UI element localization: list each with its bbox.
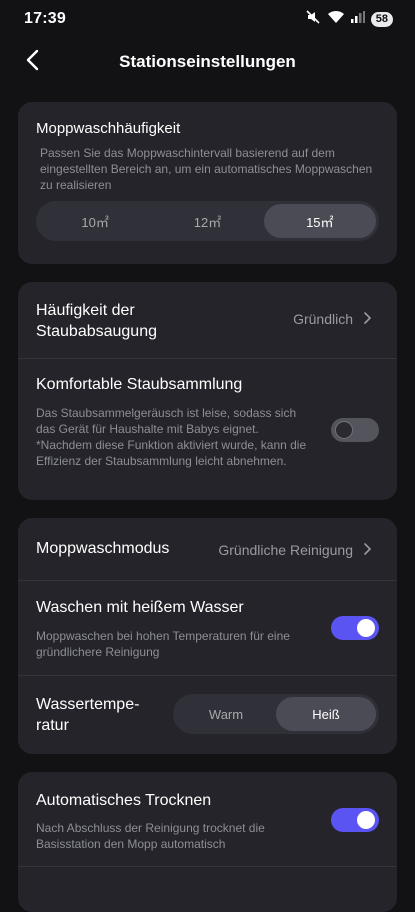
hot-water-toggle[interactable] (331, 616, 379, 640)
option-15m2[interactable]: 15㎡ (263, 204, 376, 238)
dust-frequency-title: Häufigkeit der Staubabsaugung (36, 302, 157, 340)
hot-water-title: Waschen mit heißem Wasser (36, 599, 244, 616)
comfort-dust-row: Komfortable Staubsammlung Das Staubsamme… (18, 359, 397, 499)
mop-wash-frequency-title: Moppwaschhäufigkeit (36, 120, 181, 137)
comfort-dust-description: Das Staubsammelgeräusch ist leise, sodas… (36, 406, 307, 468)
option-hot[interactable]: Heiß (276, 697, 376, 731)
mop-wash-card: Moppwaschmodus Gründliche Reinigung Wasc… (18, 518, 397, 754)
auto-drying-row: Automatisches Trocknen Nach Abschluss de… (18, 772, 397, 866)
wifi-icon (327, 10, 345, 29)
chevron-right-icon (363, 542, 372, 558)
divider (18, 866, 397, 867)
mop-wash-frequency-selector: 10㎡ 12㎡ 15㎡ (36, 201, 379, 241)
option-10m2[interactable]: 10㎡ (39, 204, 151, 238)
hot-water-description: Moppwaschen bei hohen Temperaturen für e… (36, 629, 290, 659)
status-time: 17:39 (24, 10, 66, 27)
toggle-knob (357, 811, 375, 829)
header: Stationseinstellungen (0, 40, 415, 84)
water-temperature-selector: Warm Heiß (173, 694, 379, 734)
page-title: Stationseinstellungen (119, 52, 296, 71)
mop-wash-mode-title: Moppwaschmodus (36, 540, 170, 557)
auto-drying-toggle[interactable] (331, 808, 379, 832)
comfort-dust-toggle[interactable] (331, 418, 379, 442)
mop-wash-frequency-description: Passen Sie das Moppwaschintervall basier… (40, 146, 373, 192)
signal-icon (350, 10, 365, 28)
mop-wash-mode-value-group: Gründliche Reinigung (218, 542, 372, 558)
drying-card: Automatisches Trocknen Nach Abschluss de… (18, 772, 397, 912)
dust-frequency-row[interactable]: Häufigkeit der Staubabsaugung Gründlich (18, 282, 397, 358)
water-temperature-row: Wassertempe-ratur Warm Heiß (18, 676, 397, 754)
chevron-right-icon (363, 311, 372, 327)
dust-frequency-value-group: Gründlich (293, 311, 372, 327)
auto-drying-description: Nach Abschluss der Reinigung trocknet di… (36, 821, 265, 851)
chevron-left-icon (25, 49, 39, 76)
mop-wash-frequency-card: Moppwaschhäufigkeit Passen Sie das Moppw… (18, 102, 397, 264)
hot-water-row: Waschen mit heißem Wasser Moppwaschen be… (18, 581, 397, 675)
option-12m2[interactable]: 12㎡ (151, 204, 263, 238)
dust-frequency-value: Gründlich (293, 311, 353, 327)
mute-icon (305, 9, 321, 30)
status-bar: 17:39 58 (0, 0, 415, 38)
back-button[interactable] (16, 46, 48, 78)
mop-wash-mode-value: Gründliche Reinigung (218, 542, 353, 558)
mop-wash-mode-row[interactable]: Moppwaschmodus Gründliche Reinigung (18, 518, 397, 580)
battery-badge: 58 (370, 11, 393, 27)
auto-drying-title: Automatisches Trocknen (36, 792, 212, 809)
toggle-knob (357, 619, 375, 637)
option-warm[interactable]: Warm (176, 697, 276, 731)
dust-collection-card: Häufigkeit der Staubabsaugung Gründlich … (18, 282, 397, 500)
status-icons: 58 (305, 9, 393, 30)
water-temperature-title: Wassertempe-ratur (36, 696, 140, 734)
toggle-knob (335, 421, 353, 439)
comfort-dust-title: Komfortable Staubsammlung (36, 376, 243, 393)
